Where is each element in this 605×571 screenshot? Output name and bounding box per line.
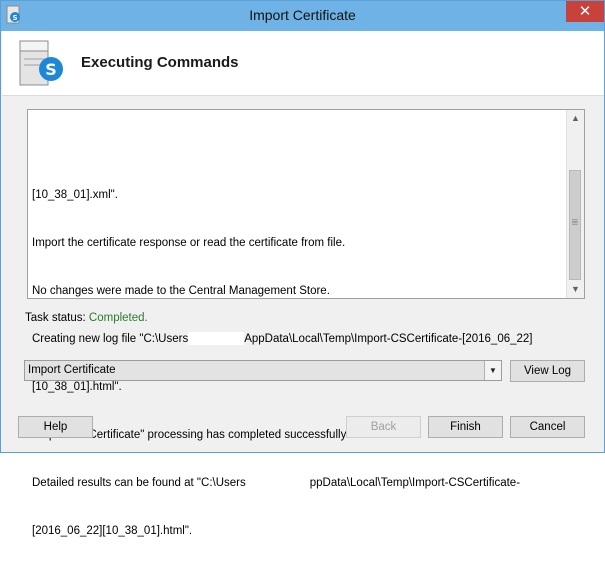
command-log-output[interactable]: [10_38_01].xml". Import the certificate … (27, 109, 585, 537)
scroll-up-icon[interactable]: ▲ (567, 110, 584, 127)
import-certificate-dialog: S Import Certificate ✕ S Executing Comma… (0, 0, 605, 537)
task-select[interactable]: Import Certificate ▼ (24, 360, 502, 381)
close-button[interactable]: ✕ (566, 1, 604, 22)
log-fragment: Creating new log file "C:\Users (32, 333, 189, 345)
task-status-value: Completed. (88, 312, 148, 324)
back-button[interactable]: Back (346, 416, 421, 438)
skype-server-icon: S (19, 40, 63, 86)
log-scrollbar[interactable]: ▲ ═ ═ ▼ (566, 110, 584, 298)
redacted-text (245, 476, 310, 490)
log-fragment: AppData\Local\Temp\Import-CSCertificate-… (244, 333, 533, 345)
title-bar[interactable]: S Import Certificate ✕ (1, 1, 604, 31)
log-fragment: Detailed results can be found at "C:\Use… (32, 477, 246, 489)
task-status-label: Task status: (25, 312, 86, 324)
log-line: [10_38_01].html". (32, 381, 122, 393)
log-line: Import the certificate response or read … (32, 237, 346, 249)
finish-button[interactable]: Finish (428, 416, 503, 438)
log-line: [2016_06_22][10_38_01].html". (32, 525, 193, 537)
task-select-value: Import Certificate (28, 364, 116, 376)
window-title: Import Certificate (249, 7, 356, 23)
view-log-button[interactable]: View Log (510, 360, 585, 382)
log-line-group: Detailed results can be found at "C:\Use… (32, 475, 562, 491)
task-status: Task status: Completed. (25, 312, 148, 324)
log-fragment: ppData\Local\Temp\Import-CSCertificate- (309, 477, 521, 489)
svg-text:S: S (45, 60, 57, 79)
grip-icon: ═ ═ (572, 216, 578, 228)
scroll-down-icon[interactable]: ▼ (567, 281, 584, 298)
close-icon: ✕ (578, 3, 592, 20)
cancel-button[interactable]: Cancel (510, 416, 585, 438)
wizard-header: S Executing Commands (2, 31, 604, 96)
chevron-down-icon[interactable]: ▼ (484, 361, 501, 380)
help-button[interactable]: Help (18, 416, 93, 438)
page-title: Executing Commands (81, 54, 239, 71)
redacted-text (188, 332, 245, 346)
redacted-area (32, 112, 552, 152)
scroll-thumb[interactable]: ═ ═ (569, 170, 581, 280)
log-line-group: Creating new log file "C:\Users AppData\L… (32, 331, 562, 347)
log-line: [10_38_01].xml". (32, 189, 118, 201)
log-line: No changes were made to the Central Mana… (32, 285, 330, 297)
